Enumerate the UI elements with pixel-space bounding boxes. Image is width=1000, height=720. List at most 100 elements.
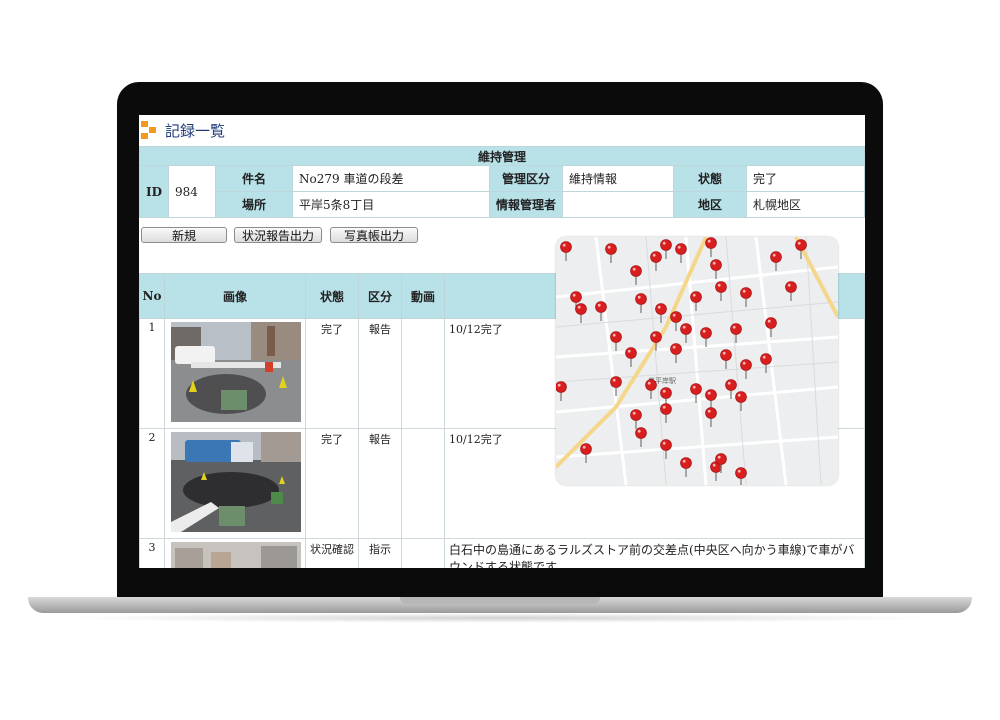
map-pin-icon[interactable] <box>735 391 747 403</box>
record-info-table: 維持管理 ID 984 件名 No279 車道の段差 管理区分 維持情報 状態 … <box>139 146 865 218</box>
map-pin-icon[interactable] <box>770 251 782 263</box>
map-pin-highlight <box>577 305 581 309</box>
map-pin-highlight <box>707 391 711 395</box>
map-pin-icon[interactable] <box>690 291 702 303</box>
map-pin-icon[interactable] <box>670 311 682 323</box>
col-no: No <box>139 273 165 319</box>
map-pin-highlight <box>707 409 711 413</box>
map-pin-icon[interactable] <box>570 291 582 303</box>
map-pin-icon[interactable] <box>556 381 567 393</box>
map-pin-highlight <box>652 333 656 337</box>
map-pin-icon[interactable] <box>660 403 672 415</box>
row-video <box>401 318 445 429</box>
location-value: 平岸5条8丁目 <box>292 191 491 218</box>
info-manager-label: 情報管理者 <box>489 191 564 218</box>
map-pin-highlight <box>767 319 771 323</box>
row-category: 報告 <box>358 428 402 539</box>
district-value: 札幌地区 <box>746 191 865 218</box>
map-pin-icon[interactable] <box>635 293 647 305</box>
map-pin-highlight <box>557 383 561 387</box>
map-pin-icon[interactable] <box>650 331 662 343</box>
map-pin-icon[interactable] <box>705 407 717 419</box>
map-pin-icon[interactable] <box>650 251 662 263</box>
map-pin-icon[interactable] <box>715 453 727 465</box>
map-pin-icon[interactable] <box>740 287 752 299</box>
map-pin-icon[interactable] <box>760 353 772 365</box>
col-status: 状態 <box>305 273 359 319</box>
map-pin-icon[interactable] <box>610 376 622 388</box>
map-pin-icon[interactable] <box>560 241 572 253</box>
map-pin-icon[interactable] <box>645 379 657 391</box>
map-pin-icon[interactable] <box>680 323 692 335</box>
road-photo[interactable] <box>171 322 301 422</box>
map-pin-icon[interactable] <box>675 243 687 255</box>
road-photo[interactable] <box>171 542 301 568</box>
map-pin-icon[interactable] <box>705 389 717 401</box>
map-pin-highlight <box>632 267 636 271</box>
map-pin-icon[interactable] <box>730 323 742 335</box>
status-value: 完了 <box>746 165 865 192</box>
map-pin-highlight <box>702 329 706 333</box>
map-pin-icon[interactable] <box>795 239 807 251</box>
app-logo-icon <box>141 121 157 139</box>
photo-book-button[interactable]: 写真帳出力 <box>330 227 418 243</box>
map-pin-highlight <box>742 361 746 365</box>
map-pin-icon[interactable] <box>785 281 797 293</box>
map-pin-icon[interactable] <box>710 259 722 271</box>
road-photo[interactable] <box>171 432 301 532</box>
map-pin-icon[interactable] <box>605 243 617 255</box>
new-button[interactable]: 新規 <box>141 227 227 243</box>
map-pin-icon[interactable] <box>595 301 607 313</box>
map-pin-icon[interactable] <box>610 331 622 343</box>
map-pin-highlight <box>637 295 641 299</box>
map-pin-highlight <box>582 445 586 449</box>
map-pin-icon[interactable] <box>660 439 672 451</box>
map-image[interactable]: 美平岸駅 <box>556 237 838 485</box>
map-pin-icon[interactable] <box>660 387 672 399</box>
map-pin-icon[interactable] <box>580 443 592 455</box>
map-overlay[interactable]: 美平岸駅 <box>556 237 838 485</box>
map-pin-icon[interactable] <box>625 347 637 359</box>
map-pin-icon[interactable] <box>635 427 647 439</box>
map-pin-highlight <box>572 293 576 297</box>
map-pin-highlight <box>627 349 631 353</box>
status-report-button[interactable]: 状況報告出力 <box>234 227 322 243</box>
id-label: ID <box>139 165 170 218</box>
map-pin-icon[interactable] <box>690 383 702 395</box>
row-status: 状況確認 <box>305 538 359 568</box>
map-pin-icon[interactable] <box>720 349 732 361</box>
map-pin-icon[interactable] <box>680 457 692 469</box>
map-pin-icon[interactable] <box>655 303 667 315</box>
map-pin-highlight <box>672 345 676 349</box>
map-pin-highlight <box>672 313 676 317</box>
page-title: 記録一覧 <box>165 121 226 140</box>
map-pin-icon[interactable] <box>700 327 712 339</box>
row-image <box>164 428 306 539</box>
map-pin-highlight <box>692 293 696 297</box>
map-pin-icon[interactable] <box>715 281 727 293</box>
col-category: 区分 <box>358 273 402 319</box>
map-pin-icon[interactable] <box>740 359 752 371</box>
map-pin-icon[interactable] <box>735 467 747 479</box>
map-pin-highlight <box>727 381 731 385</box>
row-video <box>401 538 445 568</box>
map-pin-icon[interactable] <box>630 265 642 277</box>
map-pin-icon[interactable] <box>765 317 777 329</box>
map-pin-icon[interactable] <box>670 343 682 355</box>
subject-label: 件名 <box>215 165 294 192</box>
map-pin-icon[interactable] <box>630 409 642 421</box>
map-pin-highlight <box>707 239 711 243</box>
map-pin-highlight <box>662 441 666 445</box>
map-pin-highlight <box>797 241 801 245</box>
map-pin-highlight <box>762 355 766 359</box>
map-pin-highlight <box>787 283 791 287</box>
page-header: 記録一覧 <box>141 117 225 143</box>
map-pin-icon[interactable] <box>575 303 587 315</box>
map-pin-icon[interactable] <box>705 237 717 249</box>
map-pin-highlight <box>637 429 641 433</box>
map-pin-icon[interactable] <box>660 239 672 251</box>
row-category: 報告 <box>358 318 402 429</box>
map-pin-highlight <box>612 378 616 382</box>
map-pin-icon[interactable] <box>725 379 737 391</box>
table-row[interactable]: 3 状況確認 指示 白石中の島通にあるラルズストア前の交差点(中央区へ向かう車線… <box>139 538 865 568</box>
